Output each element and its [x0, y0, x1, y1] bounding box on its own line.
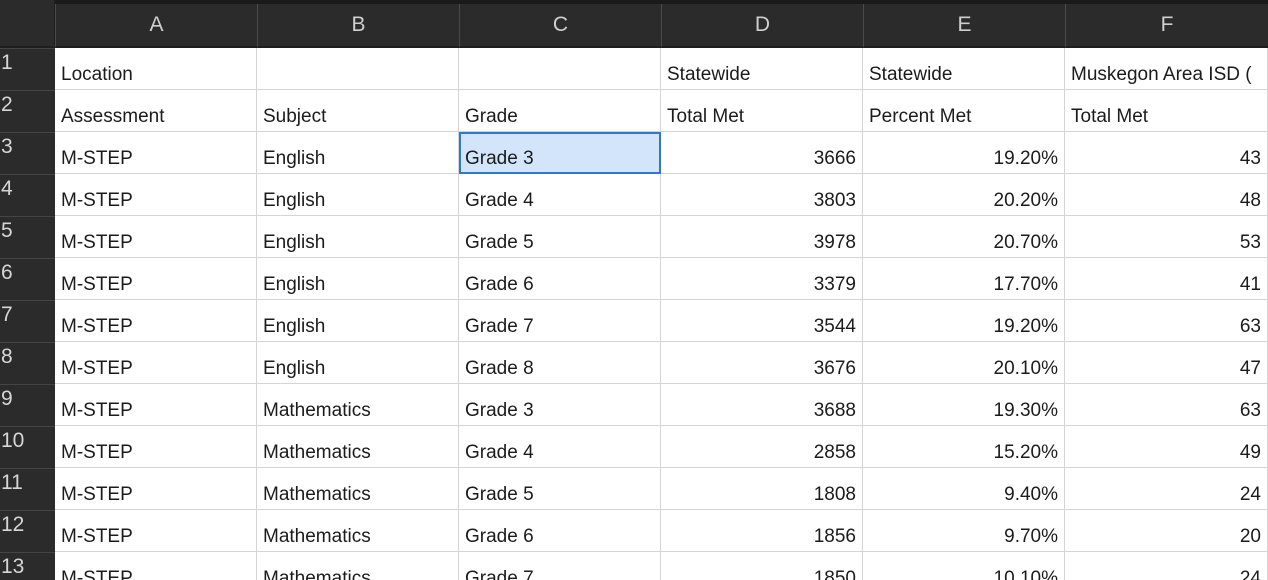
- cell-a1[interactable]: Location: [55, 48, 257, 90]
- cell-d10[interactable]: 2858: [661, 426, 863, 468]
- row-header-13[interactable]: 13: [0, 552, 55, 580]
- select-all-corner[interactable]: [0, 0, 55, 48]
- cell-b4[interactable]: English: [257, 174, 459, 216]
- cell-b7[interactable]: English: [257, 300, 459, 342]
- cell-e11[interactable]: 9.40%: [863, 468, 1065, 510]
- cell-f7[interactable]: 63: [1065, 300, 1268, 342]
- cell-e8[interactable]: 20.10%: [863, 342, 1065, 384]
- cell-f1[interactable]: Muskegon Area ISD (: [1065, 48, 1268, 90]
- column-header-e[interactable]: E: [863, 4, 1065, 48]
- cell-a7[interactable]: M-STEP: [55, 300, 257, 342]
- cell-c3[interactable]: Grade 3: [459, 132, 661, 174]
- cell-a10[interactable]: M-STEP: [55, 426, 257, 468]
- row-header-12[interactable]: 12: [0, 510, 55, 552]
- cell-c1[interactable]: [459, 48, 661, 90]
- cell-c4[interactable]: Grade 4: [459, 174, 661, 216]
- column-header-c[interactable]: C: [459, 4, 661, 48]
- cell-f2[interactable]: Total Met: [1065, 90, 1268, 132]
- cell-a4[interactable]: M-STEP: [55, 174, 257, 216]
- cell-d7[interactable]: 3544: [661, 300, 863, 342]
- cell-d11[interactable]: 1808: [661, 468, 863, 510]
- cell-a5[interactable]: M-STEP: [55, 216, 257, 258]
- row-header-7[interactable]: 7: [0, 300, 55, 342]
- cell-c13[interactable]: Grade 7: [459, 552, 661, 580]
- cell-c2[interactable]: Grade: [459, 90, 661, 132]
- cell-f4[interactable]: 48: [1065, 174, 1268, 216]
- cell-a3[interactable]: M-STEP: [55, 132, 257, 174]
- cell-c11[interactable]: Grade 5: [459, 468, 661, 510]
- spreadsheet-grid: A B C D E F 1 2 3 4 5 6 7 8 9 10 11 12 13 Location Statewide…: [0, 0, 1268, 580]
- row-header-5[interactable]: 5: [0, 216, 55, 258]
- cell-e3[interactable]: 19.20%: [863, 132, 1065, 174]
- column-header-a[interactable]: A: [55, 4, 257, 48]
- cell-c6[interactable]: Grade 6: [459, 258, 661, 300]
- cell-d1[interactable]: Statewide: [661, 48, 863, 90]
- cell-b10[interactable]: Mathematics: [257, 426, 459, 468]
- cell-a8[interactable]: M-STEP: [55, 342, 257, 384]
- column-header-d[interactable]: D: [661, 4, 863, 48]
- cell-b11[interactable]: Mathematics: [257, 468, 459, 510]
- cell-e1[interactable]: Statewide: [863, 48, 1065, 90]
- cell-b13[interactable]: Mathematics: [257, 552, 459, 580]
- cell-e9[interactable]: 19.30%: [863, 384, 1065, 426]
- cell-f11[interactable]: 24: [1065, 468, 1268, 510]
- cell-d12[interactable]: 1856: [661, 510, 863, 552]
- row-header-4[interactable]: 4: [0, 174, 55, 216]
- cell-b9[interactable]: Mathematics: [257, 384, 459, 426]
- cell-f12[interactable]: 20: [1065, 510, 1268, 552]
- cell-e12[interactable]: 9.70%: [863, 510, 1065, 552]
- cell-b1[interactable]: [257, 48, 459, 90]
- cell-d9[interactable]: 3688: [661, 384, 863, 426]
- cell-f13[interactable]: 24: [1065, 552, 1268, 580]
- cell-b2[interactable]: Subject: [257, 90, 459, 132]
- cell-c7[interactable]: Grade 7: [459, 300, 661, 342]
- cell-e7[interactable]: 19.20%: [863, 300, 1065, 342]
- cell-d3[interactable]: 3666: [661, 132, 863, 174]
- cell-b12[interactable]: Mathematics: [257, 510, 459, 552]
- cell-b8[interactable]: English: [257, 342, 459, 384]
- cell-f8[interactable]: 47: [1065, 342, 1268, 384]
- row-header-3[interactable]: 3: [0, 132, 55, 174]
- row-header-8[interactable]: 8: [0, 342, 55, 384]
- cell-a11[interactable]: M-STEP: [55, 468, 257, 510]
- row-header-10[interactable]: 10: [0, 426, 55, 468]
- cell-e5[interactable]: 20.70%: [863, 216, 1065, 258]
- cell-b5[interactable]: English: [257, 216, 459, 258]
- row-header-9[interactable]: 9: [0, 384, 55, 426]
- cell-a2[interactable]: Assessment: [55, 90, 257, 132]
- cell-e10[interactable]: 15.20%: [863, 426, 1065, 468]
- row-header-6[interactable]: 6: [0, 258, 55, 300]
- cell-e6[interactable]: 17.70%: [863, 258, 1065, 300]
- cell-c5[interactable]: Grade 5: [459, 216, 661, 258]
- cell-b6[interactable]: English: [257, 258, 459, 300]
- column-header-b[interactable]: B: [257, 4, 459, 48]
- cell-a13[interactable]: M-STEP: [55, 552, 257, 580]
- cell-b3[interactable]: English: [257, 132, 459, 174]
- cell-e2[interactable]: Percent Met: [863, 90, 1065, 132]
- cell-a12[interactable]: M-STEP: [55, 510, 257, 552]
- row-header-2[interactable]: 2: [0, 90, 55, 132]
- cell-c8[interactable]: Grade 8: [459, 342, 661, 384]
- cell-c10[interactable]: Grade 4: [459, 426, 661, 468]
- column-header-f[interactable]: F: [1065, 4, 1268, 48]
- cell-f5[interactable]: 53: [1065, 216, 1268, 258]
- cell-d5[interactable]: 3978: [661, 216, 863, 258]
- cell-e13[interactable]: 10.10%: [863, 552, 1065, 580]
- cell-d13[interactable]: 1850: [661, 552, 863, 580]
- cell-a6[interactable]: M-STEP: [55, 258, 257, 300]
- cell-c12[interactable]: Grade 6: [459, 510, 661, 552]
- cell-e4[interactable]: 20.20%: [863, 174, 1065, 216]
- cell-d6[interactable]: 3379: [661, 258, 863, 300]
- cell-d2[interactable]: Total Met: [661, 90, 863, 132]
- cell-d4[interactable]: 3803: [661, 174, 863, 216]
- cell-f10[interactable]: 49: [1065, 426, 1268, 468]
- row-header-11[interactable]: 11: [0, 468, 55, 510]
- cell-c9[interactable]: Grade 3: [459, 384, 661, 426]
- cell-f9[interactable]: 63: [1065, 384, 1268, 426]
- cell-f6[interactable]: 41: [1065, 258, 1268, 300]
- cell-f3[interactable]: 43: [1065, 132, 1268, 174]
- row-header-1[interactable]: 1: [0, 48, 55, 90]
- cell-d8[interactable]: 3676: [661, 342, 863, 384]
- cell-a9[interactable]: M-STEP: [55, 384, 257, 426]
